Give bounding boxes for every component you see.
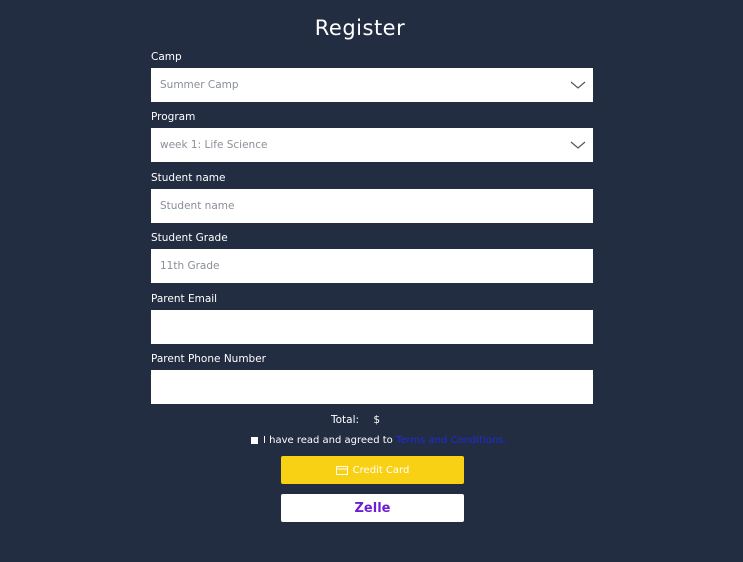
total-row: Total: $	[331, 414, 380, 426]
terms-checkbox[interactable]	[251, 437, 258, 444]
zelle-logo: Zelle	[354, 500, 391, 516]
parent-email-label: Parent Email	[151, 293, 218, 305]
terms-row: I have read and agreed to Terms and Cond…	[251, 435, 507, 446]
camp-select[interactable]: Summer Camp	[151, 68, 593, 102]
student-name-input[interactable]: Student name	[151, 189, 593, 223]
terms-link[interactable]: Terms and Conditions.	[396, 435, 507, 446]
credit-card-label: Credit Card	[352, 464, 410, 476]
chevron-down-icon	[570, 81, 586, 89]
page-title: Register	[314, 16, 406, 40]
student-grade-label: Student Grade	[151, 232, 228, 244]
camp-label: Camp	[151, 51, 182, 63]
student-grade-input[interactable]: 11th Grade	[151, 249, 593, 283]
program-label: Program	[151, 111, 196, 123]
student-name-label: Student name	[151, 172, 226, 184]
zelle-button[interactable]: Zelle	[281, 494, 464, 522]
student-grade-value: 11th Grade	[160, 260, 220, 272]
program-select[interactable]: week 1: Life Science	[151, 128, 593, 162]
parent-phone-input[interactable]	[151, 370, 593, 404]
chevron-down-icon	[570, 141, 586, 149]
credit-card-button[interactable]: Credit Card	[281, 456, 464, 484]
parent-email-input[interactable]	[151, 310, 593, 344]
parent-phone-label: Parent Phone Number	[151, 353, 266, 365]
student-name-placeholder: Student name	[160, 200, 235, 212]
program-select-value: week 1: Life Science	[160, 139, 268, 151]
credit-card-icon	[335, 465, 348, 475]
total-label: Total:	[331, 414, 360, 426]
camp-select-value: Summer Camp	[160, 79, 239, 91]
total-currency: $	[373, 414, 381, 426]
terms-text: I have read and agreed to	[263, 435, 393, 446]
